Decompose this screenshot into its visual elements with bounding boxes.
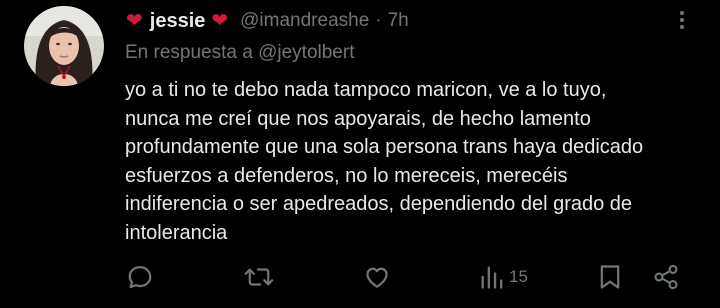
- views-button[interactable]: 15: [479, 262, 528, 292]
- separator-dot: ·: [375, 10, 382, 31]
- share-button[interactable]: [652, 262, 680, 292]
- reply-prefix: En respuesta a: [125, 42, 253, 63]
- bookmark-icon: [600, 265, 620, 289]
- timestamp[interactable]: 7h: [388, 10, 409, 32]
- display-name[interactable]: jessie: [150, 10, 206, 33]
- tweet-text-line: nunca me creí que nos apoyarais, de hech…: [125, 107, 591, 130]
- more-options-icon[interactable]: [672, 8, 692, 32]
- views-icon: [481, 266, 503, 289]
- more-dot: [680, 25, 684, 29]
- bookmark-button[interactable]: [597, 262, 623, 292]
- avatar-image: [24, 6, 104, 86]
- share-icon: [654, 264, 678, 290]
- reply-context: En respuesta a @jeytolbert: [125, 42, 354, 64]
- tweet-header: ❤ jessie ❤ @imandreashe · 7h: [126, 6, 409, 36]
- reply-button[interactable]: [126, 262, 154, 292]
- user-handle[interactable]: @imandreashe: [240, 10, 369, 32]
- tweet-text-line: profundamente que una sola persona trans…: [125, 136, 644, 158]
- tweet-text-line: esfuerzos a defenderos, no lo mereceis, …: [125, 164, 568, 187]
- like-button[interactable]: [363, 262, 391, 292]
- repost-icon: [244, 268, 274, 286]
- more-dot: [680, 18, 684, 22]
- like-icon: [366, 267, 388, 288]
- avatar[interactable]: [24, 6, 104, 86]
- reply-icon: [128, 265, 152, 289]
- views-count: 15: [509, 267, 528, 286]
- tweet-text-line: indiferencia o ser apedreados, dependien…: [125, 193, 633, 215]
- repost-button[interactable]: [244, 262, 274, 292]
- heart-emoji-icon: ❤: [211, 10, 229, 32]
- reply-mention[interactable]: @jeytolbert: [258, 42, 354, 63]
- tweet-text-line: yo a ti no te debo nada tampoco maricon,…: [125, 79, 607, 101]
- tweet-text: yo a ti no te debo nada tampoco maricon,…: [125, 76, 700, 247]
- more-dot: [680, 11, 684, 15]
- tweet-text-line: intolerancia: [125, 221, 228, 244]
- heart-emoji-icon: ❤: [126, 10, 143, 32]
